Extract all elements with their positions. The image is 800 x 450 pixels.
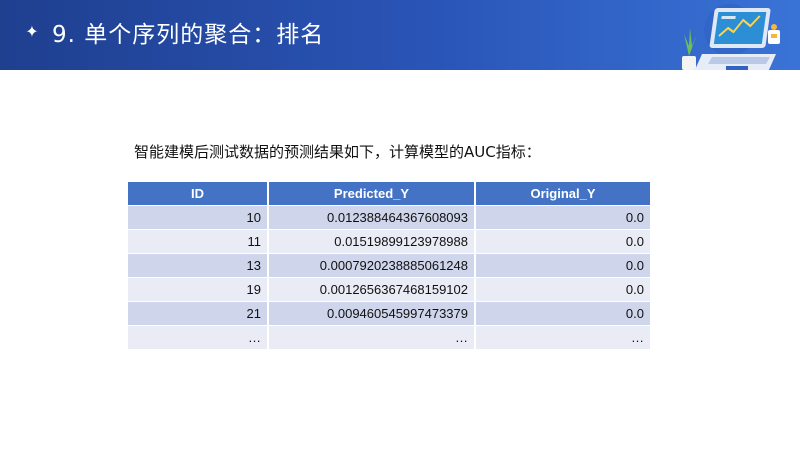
intro-text: 智能建模后测试数据的预测结果如下，计算模型的AUC指标： <box>134 143 541 161</box>
cell-predicted-y: 0.0007920238885061248 <box>269 254 476 278</box>
table-row: 19 0.0012656367468159102 0.0 <box>128 278 650 302</box>
table-row: 10 0.012388464367608093 0.0 <box>128 206 650 230</box>
cell-predicted-y: 0.012388464367608093 <box>269 206 476 230</box>
cell-original-y: 0.0 <box>476 278 650 302</box>
table-row: 13 0.0007920238885061248 0.0 <box>128 254 650 278</box>
cell-original-y: 0.0 <box>476 206 650 230</box>
cell-id: 19 <box>128 278 269 302</box>
table-row: 21 0.009460545997473379 0.0 <box>128 302 650 326</box>
cell-original-y: 0.0 <box>476 230 650 254</box>
cell-id: 11 <box>128 230 269 254</box>
cell-original-y: 0.0 <box>476 302 650 326</box>
cell-id: 13 <box>128 254 269 278</box>
cell-id: … <box>128 326 269 350</box>
cell-id: 10 <box>128 206 269 230</box>
cell-predicted-y: 0.0012656367468159102 <box>269 278 476 302</box>
predictions-table: ID Predicted_Y Original_Y 10 0.012388464… <box>128 182 650 350</box>
slide-title: 9. 单个序列的聚合：排名 <box>52 22 325 48</box>
laptop-illustration-icon <box>682 4 780 70</box>
cell-original-y: 0.0 <box>476 254 650 278</box>
cell-predicted-y: 0.009460545997473379 <box>269 302 476 326</box>
column-header-original-y: Original_Y <box>476 182 650 206</box>
cell-original-y: … <box>476 326 650 350</box>
cell-predicted-y: … <box>269 326 476 350</box>
sparkle-icon: ✦ <box>25 22 39 41</box>
table-header-row: ID Predicted_Y Original_Y <box>128 182 650 206</box>
column-header-id: ID <box>128 182 269 206</box>
table-row: 11 0.01519899123978988 0.0 <box>128 230 650 254</box>
cell-predicted-y: 0.01519899123978988 <box>269 230 476 254</box>
column-header-predicted-y: Predicted_Y <box>269 182 476 206</box>
cell-id: 21 <box>128 302 269 326</box>
title-bar: ✦ 9. 单个序列的聚合：排名 <box>0 0 800 70</box>
table-row: … … … <box>128 326 650 350</box>
